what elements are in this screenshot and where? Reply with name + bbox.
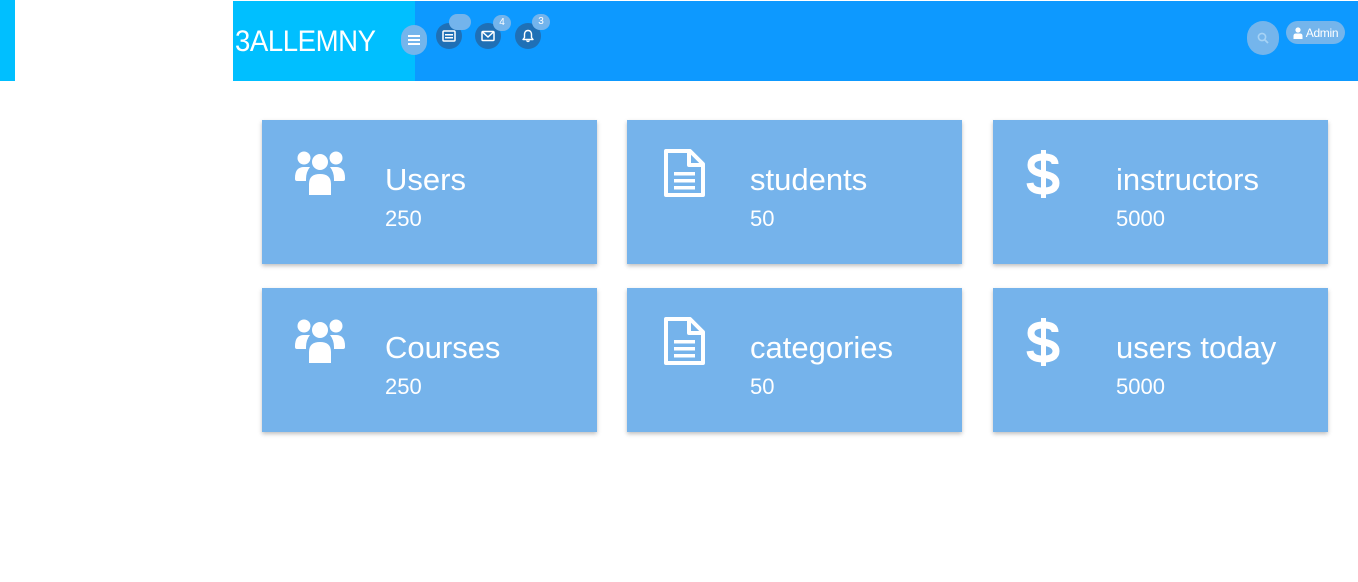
messages-badge: 4 (493, 15, 511, 31)
stat-value: 50 (750, 374, 775, 399)
user-name-label: Admin (1305, 25, 1339, 40)
document-icon (657, 148, 713, 204)
stat-title: users today (1116, 330, 1277, 365)
stat-value: 250 (385, 374, 422, 399)
envelope-icon (481, 30, 495, 42)
stat-card-courses[interactable]: Courses 250 (262, 288, 597, 432)
sidebar-toggle-button[interactable] (401, 25, 427, 55)
brand-area: 3ALLEMNY (233, 1, 415, 81)
users-icon (292, 148, 348, 204)
stat-title: students (750, 162, 868, 197)
document-icon (657, 316, 713, 372)
sidebar-edge (0, 0, 15, 81)
stat-card-categories[interactable]: categories 50 (627, 288, 962, 432)
stat-value: 5000 (1116, 206, 1165, 231)
search-button[interactable] (1247, 21, 1279, 55)
dollar-icon (1015, 148, 1071, 204)
stat-card-students[interactable]: students 50 (627, 120, 962, 264)
stat-card-users-today[interactable]: users today 5000 (993, 288, 1328, 432)
stat-value: 250 (385, 206, 422, 231)
search-icon (1257, 32, 1269, 44)
stat-title: instructors (1116, 162, 1259, 197)
user-menu-button[interactable]: Admin (1286, 21, 1345, 44)
hamburger-menu-icon (408, 35, 420, 45)
stat-card-instructors[interactable]: instructors 5000 (993, 120, 1328, 264)
inbox-icon (442, 30, 456, 42)
notifications-badge: 3 (532, 14, 550, 30)
top-navbar: 3ALLEMNY 4 3 Admin (233, 1, 1358, 81)
bell-icon (522, 29, 534, 43)
stat-title: Users (385, 162, 466, 197)
brand-logo-text[interactable]: 3ALLEMNY (235, 25, 376, 59)
inbox-badge (449, 14, 471, 30)
stat-title: categories (750, 330, 894, 365)
stat-value: 50 (750, 206, 775, 231)
stat-value: 5000 (1116, 374, 1165, 399)
stat-title: Courses (385, 330, 501, 365)
users-icon (292, 316, 348, 372)
stat-card-users[interactable]: Users 250 (262, 120, 597, 264)
dollar-icon (1015, 316, 1071, 372)
user-icon (1293, 26, 1303, 39)
